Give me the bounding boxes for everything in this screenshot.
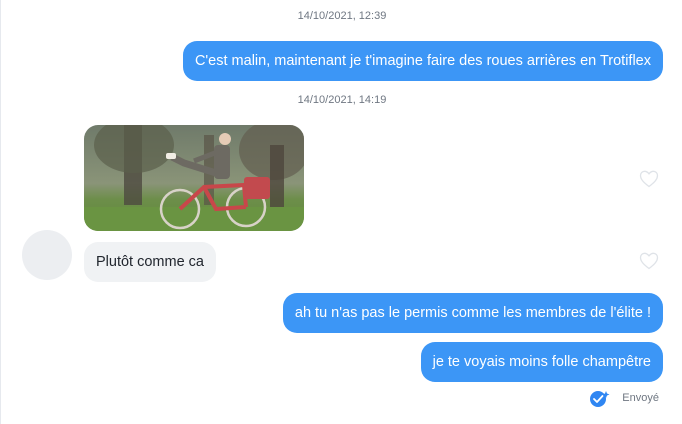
bicycle-gif-image	[84, 125, 304, 231]
status-label: Envoyé	[622, 392, 659, 404]
chat-thread: 14/10/2021, 12:39 C'est malin, maintenan…	[0, 0, 682, 424]
delivery-status: Envoyé	[588, 388, 659, 408]
incoming-message[interactable]: Plutôt comme ca	[84, 242, 216, 282]
outgoing-message[interactable]: ah tu n'as pas le permis comme les membr…	[282, 293, 663, 333]
gif-message[interactable]	[84, 125, 304, 231]
sent-check-icon	[588, 388, 612, 408]
like-heart-icon[interactable]	[639, 252, 659, 270]
outgoing-message[interactable]: je te voyais moins folle champêtre	[420, 342, 663, 382]
message-timestamp: 14/10/2021, 14:19	[297, 94, 387, 106]
message-timestamp: 14/10/2021, 12:39	[297, 10, 387, 22]
like-heart-icon[interactable]	[639, 170, 659, 188]
avatar[interactable]	[22, 230, 72, 280]
outgoing-message[interactable]: C'est malin, maintenant je t'imagine fai…	[182, 41, 663, 81]
